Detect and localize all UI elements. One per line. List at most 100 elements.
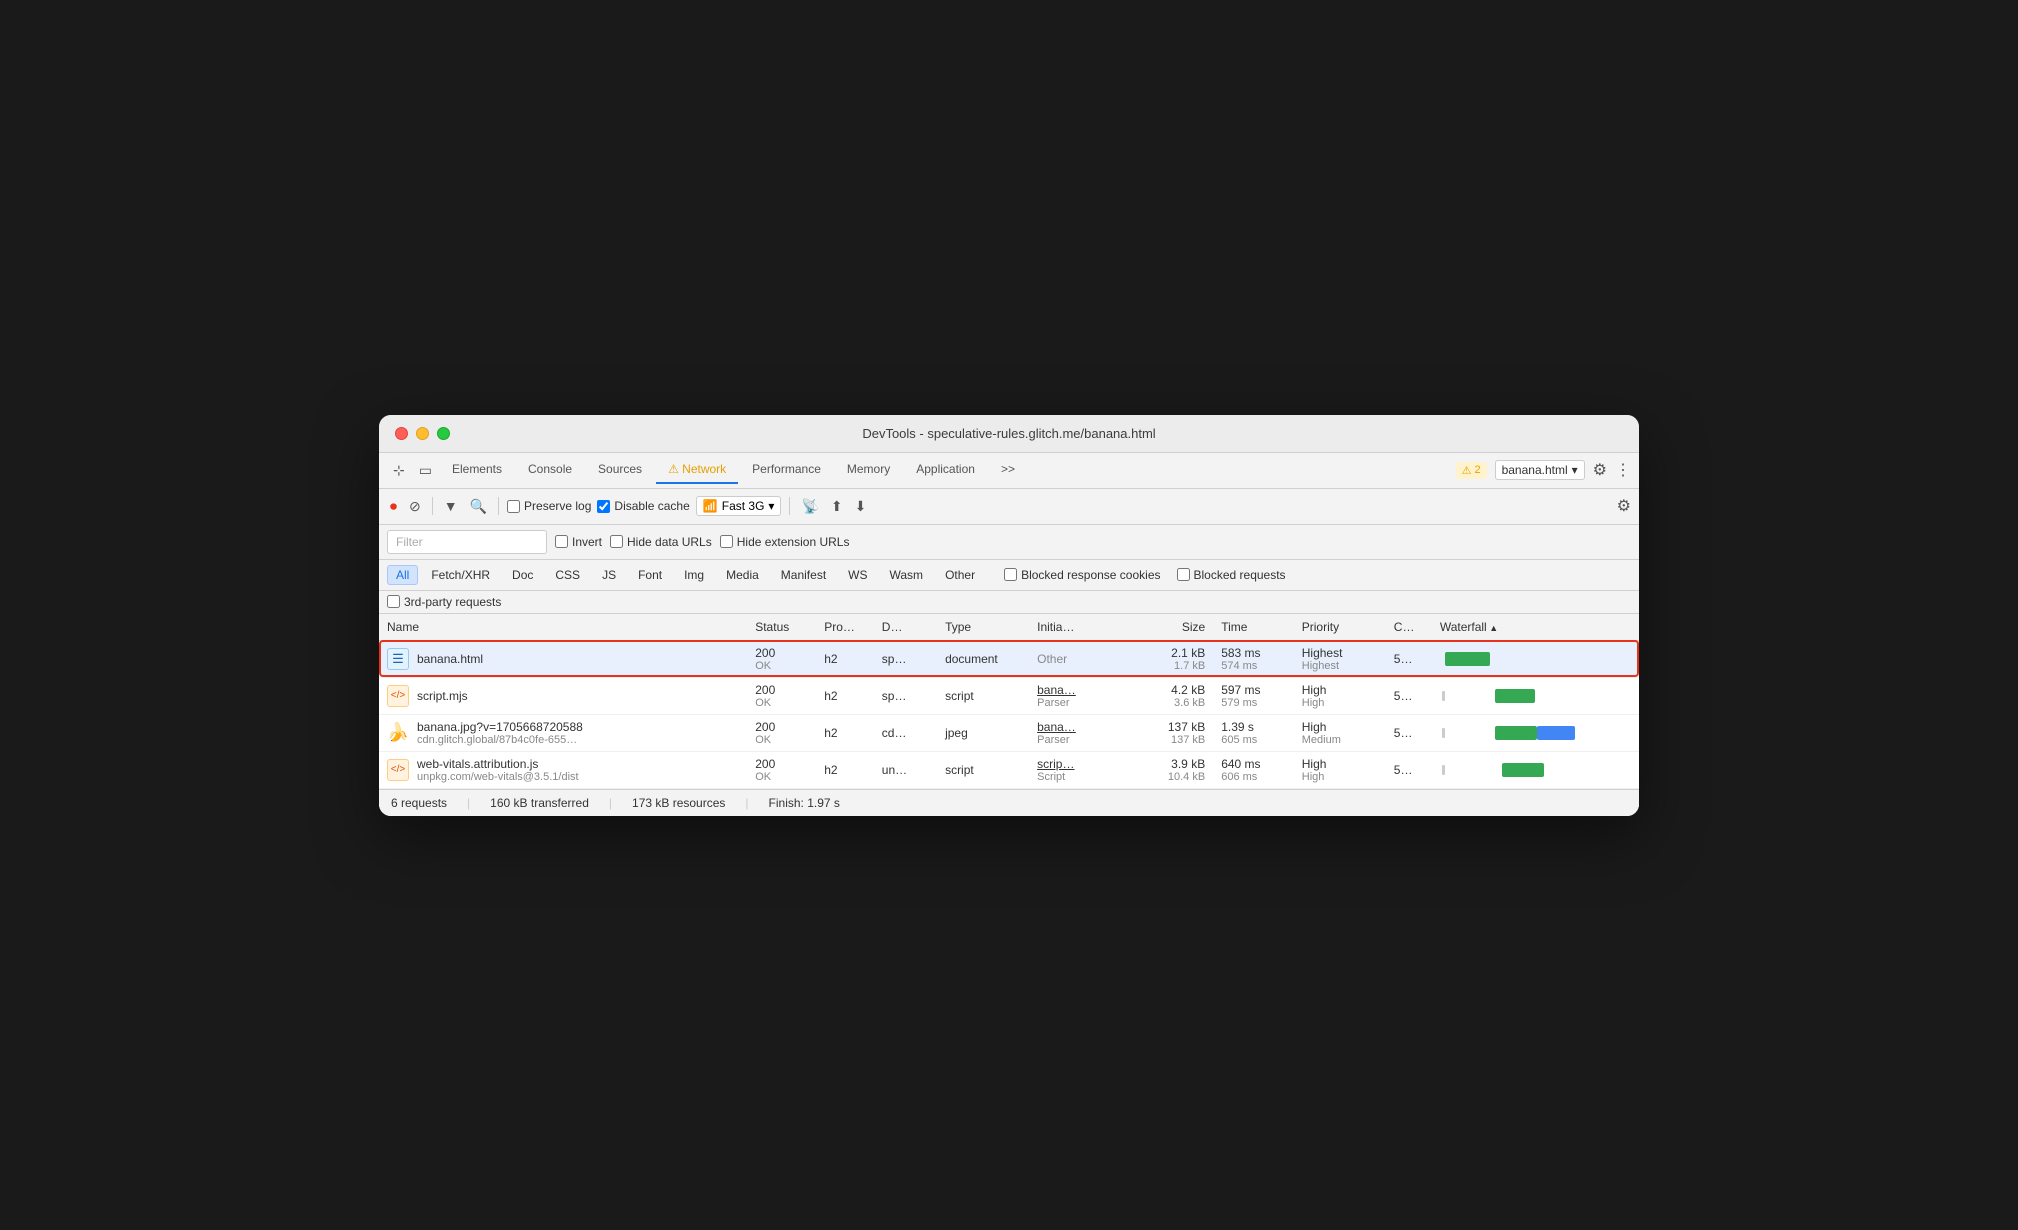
- device-icon[interactable]: ▭: [413, 458, 438, 483]
- export-icon[interactable]: ⬇: [852, 495, 870, 518]
- invert-checkbox[interactable]: [555, 535, 568, 548]
- col-header-size[interactable]: Size: [1121, 614, 1213, 641]
- time-sub-3: 605 ms: [1221, 734, 1286, 746]
- table-row[interactable]: </> script.mjs 200 OK h2: [379, 677, 1639, 714]
- tab-elements[interactable]: Elements: [440, 456, 514, 484]
- cell-status-1: 200 OK: [747, 640, 816, 677]
- warning-icon: ⚠: [1462, 464, 1472, 477]
- cell-protocol-3: h2: [816, 714, 874, 751]
- minimize-button[interactable]: [416, 427, 429, 440]
- col-header-time[interactable]: Time: [1213, 614, 1294, 641]
- type-btn-font[interactable]: Font: [629, 565, 671, 585]
- tab-more[interactable]: >>: [989, 456, 1027, 484]
- col-header-status[interactable]: Status: [747, 614, 816, 641]
- type-btn-ws[interactable]: WS: [839, 565, 876, 585]
- blocked-response-cookies-label[interactable]: Blocked response cookies: [1004, 568, 1160, 582]
- cell-name-4[interactable]: </> web-vitals.attribution.js unpkg.com/…: [379, 751, 747, 788]
- col-header-initiator[interactable]: Initia…: [1029, 614, 1121, 641]
- filename-3: banana.jpg?v=1705668720588: [417, 720, 583, 734]
- tab-memory[interactable]: Memory: [835, 456, 902, 484]
- table-row[interactable]: ☰ banana.html 200 OK h2 s: [379, 640, 1639, 677]
- third-party-label[interactable]: 3rd-party requests: [387, 595, 501, 609]
- cell-time-2: 597 ms 579 ms: [1213, 677, 1294, 714]
- type-btn-manifest[interactable]: Manifest: [772, 565, 835, 585]
- col-header-name[interactable]: Name: [379, 614, 747, 641]
- type-btn-fetchxhr[interactable]: Fetch/XHR: [422, 565, 499, 585]
- tab-performance[interactable]: Performance: [740, 456, 833, 484]
- network-settings-icon[interactable]: ⚙: [1617, 496, 1631, 516]
- cell-initiator-1: Other: [1029, 640, 1121, 677]
- cell-domain-4: un…: [874, 751, 937, 788]
- cell-size-3: 137 kB 137 kB: [1121, 714, 1213, 751]
- table-row[interactable]: </> web-vitals.attribution.js unpkg.com/…: [379, 751, 1639, 788]
- preserve-log-label[interactable]: Preserve log: [507, 499, 591, 513]
- type-btn-doc[interactable]: Doc: [503, 565, 542, 585]
- close-button[interactable]: [395, 427, 408, 440]
- cell-cookies-4: 5…: [1386, 751, 1432, 788]
- filter-row: Invert Hide data URLs Hide extension URL…: [379, 525, 1639, 560]
- col-header-priority[interactable]: Priority: [1294, 614, 1386, 641]
- type-btn-other[interactable]: Other: [936, 565, 984, 585]
- cell-status-2: 200 OK: [747, 677, 816, 714]
- warning-badge[interactable]: ⚠ 2: [1456, 462, 1487, 479]
- tab-network[interactable]: ⚠ Network: [656, 456, 738, 484]
- disable-cache-label[interactable]: Disable cache: [597, 499, 689, 513]
- preserve-log-checkbox[interactable]: [507, 500, 520, 513]
- invert-label[interactable]: Invert: [555, 535, 602, 549]
- settings-gear-icon[interactable]: ⚙: [1593, 460, 1607, 480]
- hide-extension-urls-label[interactable]: Hide extension URLs: [720, 535, 850, 549]
- hide-data-urls-label[interactable]: Hide data URLs: [610, 535, 712, 549]
- type-btn-img[interactable]: Img: [675, 565, 713, 585]
- col-header-cookies[interactable]: C…: [1386, 614, 1432, 641]
- third-party-checkbox[interactable]: [387, 595, 400, 608]
- priority-sub-1: Highest: [1302, 660, 1378, 672]
- blocked-requests-label[interactable]: Blocked requests: [1177, 568, 1286, 582]
- blocked-requests-checkbox[interactable]: [1177, 568, 1190, 581]
- page-selector[interactable]: banana.html ▾: [1495, 460, 1585, 480]
- cell-name-3[interactable]: 🍌 banana.jpg?v=1705668720588 cdn.glitch.…: [379, 714, 747, 751]
- no-throttle-icon[interactable]: 📡: [798, 495, 821, 518]
- initiator-sub-3: Parser: [1037, 734, 1113, 746]
- type-btn-media[interactable]: Media: [717, 565, 768, 585]
- more-options-icon[interactable]: ⋮: [1615, 460, 1631, 480]
- tab-console[interactable]: Console: [516, 456, 584, 484]
- cell-type-2: script: [937, 677, 1029, 714]
- throttle-selector[interactable]: 📶 Fast 3G ▾: [696, 496, 782, 516]
- disable-cache-checkbox[interactable]: [597, 500, 610, 513]
- tab-sources[interactable]: Sources: [586, 456, 654, 484]
- initiator-main-4[interactable]: scrip…: [1037, 757, 1113, 771]
- table-row[interactable]: 🍌 banana.jpg?v=1705668720588 cdn.glitch.…: [379, 714, 1639, 751]
- cell-name-2[interactable]: </> script.mjs: [379, 677, 747, 714]
- col-header-waterfall[interactable]: Waterfall: [1432, 614, 1639, 641]
- initiator-main-2[interactable]: bana…: [1037, 683, 1113, 697]
- blocked-response-cookies-checkbox[interactable]: [1004, 568, 1017, 581]
- col-header-type[interactable]: Type: [937, 614, 1029, 641]
- col-header-domain[interactable]: D…: [874, 614, 937, 641]
- clear-icon[interactable]: ⊘: [406, 495, 424, 518]
- col-header-protocol[interactable]: Pro…: [816, 614, 874, 641]
- filter-input[interactable]: [387, 530, 547, 554]
- cell-type-4: script: [937, 751, 1029, 788]
- cursor-icon[interactable]: ⊹: [387, 458, 411, 483]
- type-btn-wasm[interactable]: Wasm: [881, 565, 933, 585]
- record-stop-icon[interactable]: ⏺: [387, 495, 400, 518]
- tab-application[interactable]: Application: [904, 456, 987, 484]
- import-icon[interactable]: ⬆: [828, 495, 846, 518]
- hide-extension-urls-checkbox[interactable]: [720, 535, 733, 548]
- maximize-button[interactable]: [437, 427, 450, 440]
- network-table: Name Status Pro… D… Type Initia… Size Ti…: [379, 614, 1639, 789]
- filter-icon[interactable]: ▼: [441, 495, 461, 517]
- cell-status-3: 200 OK: [747, 714, 816, 751]
- size-sub-1: 1.7 kB: [1129, 660, 1205, 672]
- search-icon[interactable]: 🔍: [467, 495, 490, 518]
- type-btn-js[interactable]: JS: [593, 565, 625, 585]
- filename-1: banana.html: [417, 652, 483, 666]
- initiator-main-3[interactable]: bana…: [1037, 720, 1113, 734]
- html-icon-symbol: ☰: [392, 651, 404, 667]
- type-btn-css[interactable]: CSS: [546, 565, 589, 585]
- js-icon-symbol-2: </>: [391, 690, 405, 701]
- hide-data-urls-checkbox[interactable]: [610, 535, 623, 548]
- size-sub-4: 10.4 kB: [1129, 771, 1205, 783]
- type-btn-all[interactable]: All: [387, 565, 418, 585]
- cell-name-1[interactable]: ☰ banana.html: [379, 640, 747, 677]
